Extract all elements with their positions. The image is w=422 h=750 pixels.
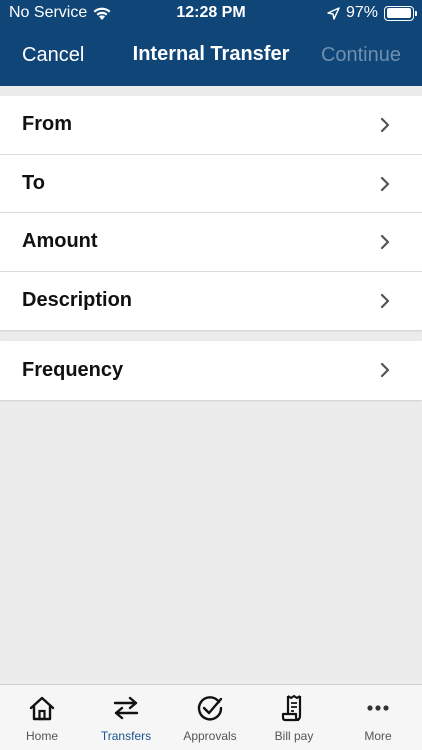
chevron-right-icon [380,362,390,378]
header: No Service 12:28 PM 97% Cancel Internal … [0,0,422,86]
row-label: Description [22,289,133,312]
location-arrow-icon [327,6,340,20]
tab-transfers[interactable]: Transfers [84,685,168,750]
row-label: Amount [22,230,98,253]
chevron-right-icon [380,176,390,191]
continue-button[interactable]: Continue [321,44,401,67]
more-dots-icon [367,705,389,711]
tab-label: Bill pay [274,729,314,743]
tab-bill-pay[interactable]: Bill pay [252,685,336,750]
frequency-group: Frequency [0,341,422,400]
tab-label: Transfers [100,729,152,743]
chevron-right-icon [380,293,390,308]
tab-more[interactable]: More [336,685,420,750]
tab-label: Approvals [183,729,237,743]
form-row-from[interactable]: From [0,96,422,155]
row-label: To [22,171,45,194]
chevron-right-icon [380,234,390,250]
chevron-right-icon [380,117,390,133]
tab-label: Home [25,729,58,743]
transfer-arrows-icon [113,696,139,720]
row-label: From [22,113,72,136]
status-bar: No Service 12:28 PM 97% [0,0,422,28]
battery-level-fill [386,8,411,18]
transfer-details-group: From To Amount Description [0,96,422,330]
tab-approvals[interactable]: Approvals [168,685,252,750]
home-icon [29,696,55,721]
row-label: Frequency [22,358,124,381]
form-row-amount[interactable]: Amount [0,213,422,272]
tab-home[interactable]: Home [0,685,84,750]
form-row-description[interactable]: Description [0,272,422,331]
receipt-icon [281,695,302,722]
form-row-to[interactable]: To [0,155,422,213]
form-row-frequency[interactable]: Frequency [0,341,422,400]
nav-bar: Cancel Internal Transfer Continue [0,28,422,86]
tab-label: More [364,729,392,743]
battery-percent: 97% [345,4,378,21]
tab-bar: Home Transfers Approvals Bill pay More [0,684,422,750]
check-circle-icon [197,696,223,721]
battery-icon [384,5,417,21]
